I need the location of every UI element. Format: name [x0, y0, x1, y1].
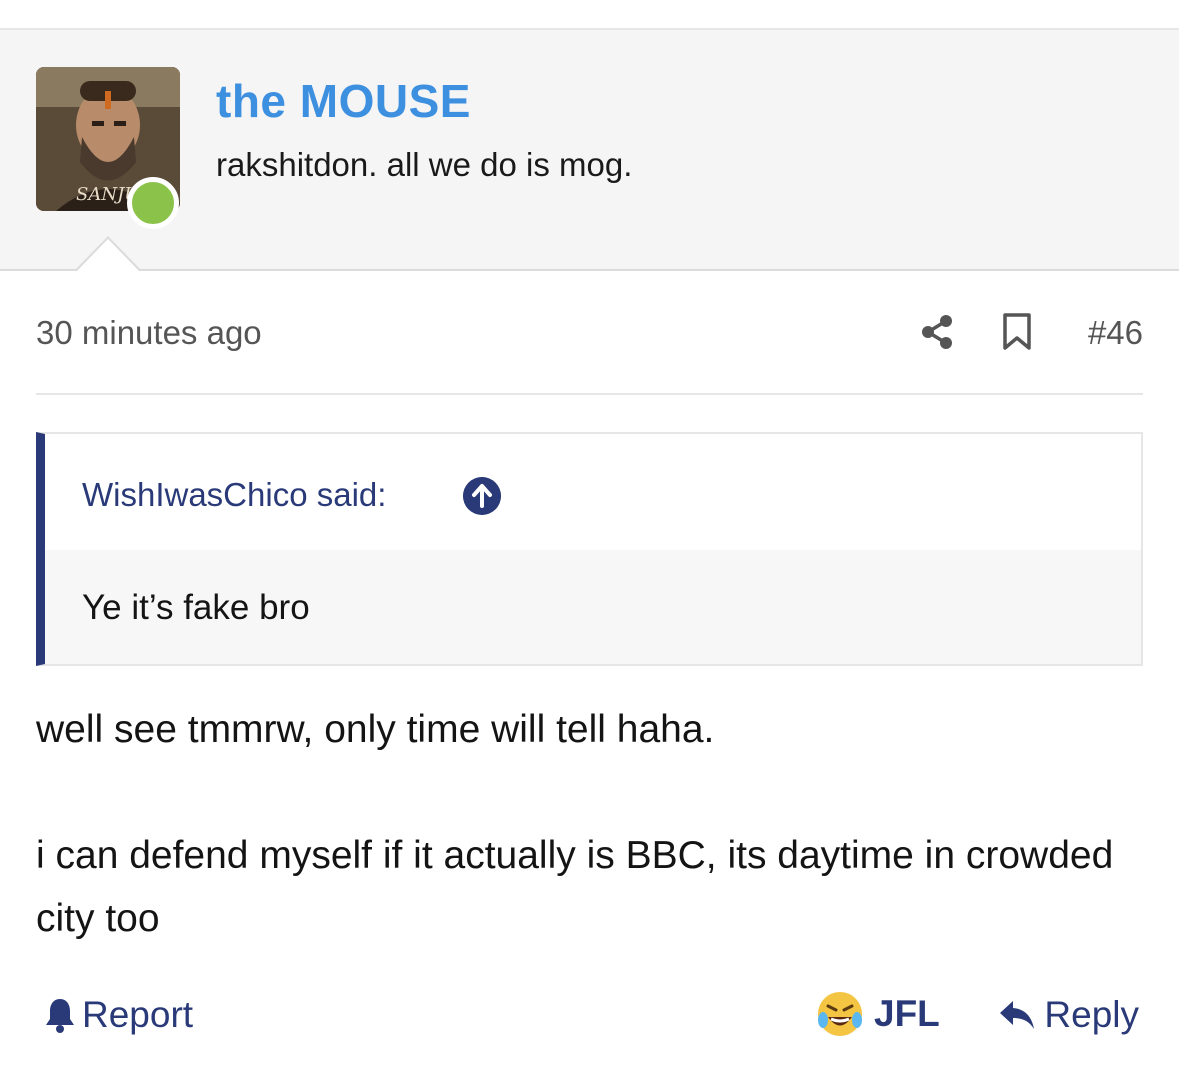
reply-arrow-icon — [1000, 1001, 1035, 1029]
meta-divider — [36, 393, 1143, 395]
report-button[interactable]: Report — [44, 994, 193, 1036]
quote-author-link[interactable]: WishIwasChico said: — [82, 476, 386, 514]
message-body: well see tmmrw, only time will tell haha… — [36, 698, 1136, 950]
quote-block: WishIwasChico said: Ye it’s fake bro — [36, 432, 1143, 666]
laughing-crying-emoji-icon — [818, 992, 862, 1036]
quote-text: Ye it’s fake bro — [82, 588, 310, 627]
user-title: rakshitdon. all we do is mog. — [216, 146, 633, 183]
bookmark-icon[interactable] — [1002, 313, 1032, 351]
reaction-button[interactable]: JFL — [816, 990, 940, 1038]
username-link[interactable]: the MOUSE — [216, 74, 471, 128]
report-label: Report — [82, 994, 194, 1035]
quote-body: Ye it’s fake bro — [45, 550, 1141, 664]
reaction-label: JFL — [874, 993, 940, 1034]
post-actions-bar: Report JFL Reply — [36, 990, 1143, 1046]
bell-icon — [46, 999, 74, 1033]
reply-button[interactable]: Reply — [998, 994, 1139, 1036]
post-meta-bar: 30 minutes ago #46 — [36, 312, 1143, 356]
online-status-dot — [127, 177, 179, 229]
message-paragraph: well see tmmrw, only time will tell haha… — [36, 708, 715, 751]
share-icon[interactable] — [919, 314, 955, 350]
quote-header: WishIwasChico said: — [45, 434, 1141, 550]
message-paragraph: i can defend myself if it actually is BB… — [36, 834, 1114, 940]
reply-label: Reply — [1044, 994, 1139, 1035]
header-pointer-inner — [76, 239, 140, 272]
jump-to-quote-icon[interactable] — [463, 477, 501, 515]
post-timestamp[interactable]: 30 minutes ago — [36, 314, 262, 352]
post-number-link[interactable]: #46 — [1088, 314, 1143, 352]
